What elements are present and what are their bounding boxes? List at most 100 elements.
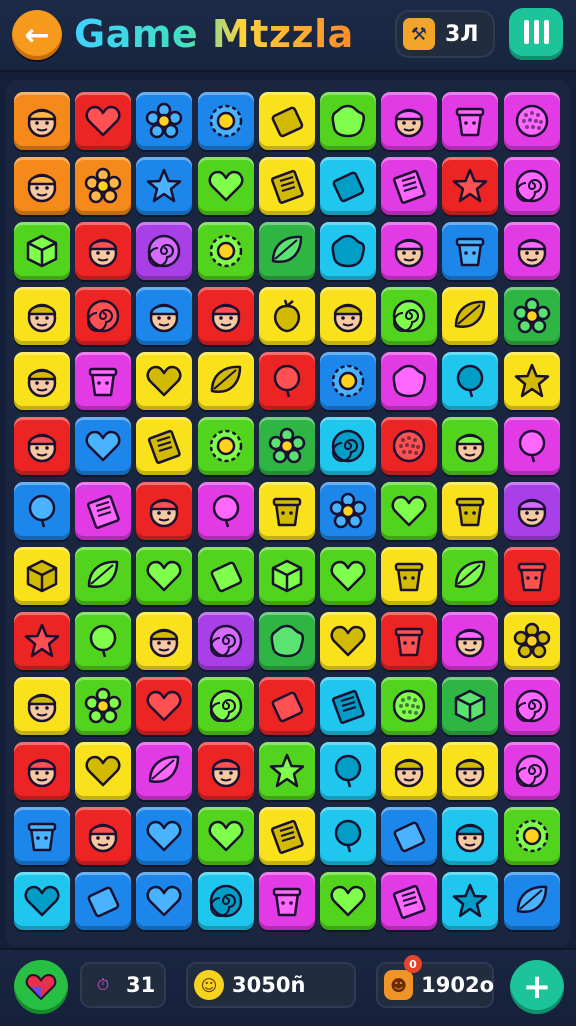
tile-swirl[interactable] bbox=[197, 872, 254, 930]
tile-leaf[interactable] bbox=[503, 872, 560, 930]
tile-leaf[interactable] bbox=[442, 287, 499, 345]
hint-button[interactable] bbox=[14, 960, 68, 1014]
tile-block[interactable] bbox=[320, 157, 376, 215]
tile-blob[interactable] bbox=[320, 222, 376, 280]
tile-heart[interactable] bbox=[197, 157, 254, 215]
tile-face[interactable] bbox=[75, 222, 132, 280]
tile-face[interactable] bbox=[136, 482, 193, 540]
tile-swirl[interactable] bbox=[381, 287, 438, 345]
tile-face[interactable] bbox=[14, 742, 70, 800]
tile-star[interactable] bbox=[442, 872, 499, 930]
tile-face[interactable] bbox=[381, 222, 438, 280]
tile-bucket[interactable] bbox=[381, 612, 438, 670]
tile-book[interactable] bbox=[381, 157, 438, 215]
tile-fruit[interactable] bbox=[258, 287, 315, 345]
tile-swirl[interactable] bbox=[320, 417, 376, 475]
tile-bucket[interactable] bbox=[442, 222, 499, 280]
tile-face[interactable] bbox=[14, 157, 70, 215]
tile-face[interactable] bbox=[320, 287, 376, 345]
tile-heart[interactable] bbox=[136, 872, 193, 930]
tile-sun[interactable] bbox=[197, 417, 254, 475]
tile-block[interactable] bbox=[258, 677, 315, 735]
tile-leaf[interactable] bbox=[136, 742, 193, 800]
tile-balloon[interactable] bbox=[197, 482, 254, 540]
tile-flower[interactable] bbox=[75, 157, 132, 215]
tile-bucket[interactable] bbox=[381, 547, 438, 605]
tile-cube[interactable] bbox=[442, 677, 499, 735]
tile-flower[interactable] bbox=[503, 612, 560, 670]
tile-cube[interactable] bbox=[14, 547, 70, 605]
tile-blob[interactable] bbox=[320, 92, 376, 150]
tile-face[interactable] bbox=[442, 417, 499, 475]
tile-flower[interactable] bbox=[503, 287, 560, 345]
tile-star[interactable] bbox=[14, 612, 70, 670]
tile-face[interactable] bbox=[442, 742, 499, 800]
tile-leaf[interactable] bbox=[442, 547, 499, 605]
tile-balloon[interactable] bbox=[503, 417, 560, 475]
tile-sun[interactable] bbox=[197, 222, 254, 280]
tile-book[interactable] bbox=[75, 482, 132, 540]
tile-swirl[interactable] bbox=[197, 677, 254, 735]
tile-heart[interactable] bbox=[136, 807, 193, 865]
tile-sun[interactable] bbox=[320, 352, 376, 410]
tile-balloon[interactable] bbox=[320, 807, 376, 865]
tile-block[interactable] bbox=[258, 92, 315, 150]
tile-blob[interactable] bbox=[381, 352, 438, 410]
tile-balloon[interactable] bbox=[14, 482, 70, 540]
tile-flower[interactable] bbox=[136, 92, 193, 150]
tile-book[interactable] bbox=[320, 677, 376, 735]
tile-face[interactable] bbox=[197, 287, 254, 345]
tile-face[interactable] bbox=[14, 417, 70, 475]
tile-balloon[interactable] bbox=[75, 612, 132, 670]
tile-face[interactable] bbox=[381, 92, 438, 150]
tile-heart[interactable] bbox=[75, 417, 132, 475]
tile-bucket[interactable] bbox=[442, 92, 499, 150]
tile-blob[interactable] bbox=[258, 612, 315, 670]
tile-book[interactable] bbox=[258, 807, 315, 865]
tile-book[interactable] bbox=[136, 417, 193, 475]
tile-swirl[interactable] bbox=[136, 222, 193, 280]
tile-bucket[interactable] bbox=[75, 352, 132, 410]
tile-heart[interactable] bbox=[381, 482, 438, 540]
tile-bucket[interactable] bbox=[442, 482, 499, 540]
tile-balloon[interactable] bbox=[258, 352, 315, 410]
tile-block[interactable] bbox=[197, 547, 254, 605]
tile-leaf[interactable] bbox=[197, 352, 254, 410]
add-button[interactable]: + bbox=[510, 960, 564, 1014]
tile-leaf[interactable] bbox=[258, 222, 315, 280]
tile-block[interactable] bbox=[75, 872, 132, 930]
tile-face[interactable] bbox=[14, 287, 70, 345]
tile-face[interactable] bbox=[136, 287, 193, 345]
tile-heart[interactable] bbox=[197, 807, 254, 865]
tile-ball[interactable] bbox=[381, 417, 438, 475]
tile-bucket[interactable] bbox=[503, 547, 560, 605]
tile-swirl[interactable] bbox=[197, 612, 254, 670]
tile-face[interactable] bbox=[197, 742, 254, 800]
tile-bucket[interactable] bbox=[258, 482, 315, 540]
tile-heart[interactable] bbox=[75, 92, 132, 150]
tile-heart[interactable] bbox=[75, 742, 132, 800]
tile-flower[interactable] bbox=[320, 482, 376, 540]
tile-leaf[interactable] bbox=[75, 547, 132, 605]
tile-swirl[interactable] bbox=[503, 742, 560, 800]
tile-heart[interactable] bbox=[136, 352, 193, 410]
tile-balloon[interactable] bbox=[442, 352, 499, 410]
tile-swirl[interactable] bbox=[503, 677, 560, 735]
tile-star[interactable] bbox=[442, 157, 499, 215]
tile-face[interactable] bbox=[14, 92, 70, 150]
pause-button[interactable] bbox=[509, 8, 563, 60]
tile-book[interactable] bbox=[258, 157, 315, 215]
tile-sun[interactable] bbox=[197, 92, 254, 150]
tile-ball[interactable] bbox=[503, 92, 560, 150]
tile-face[interactable] bbox=[136, 612, 193, 670]
tile-ball[interactable] bbox=[381, 677, 438, 735]
tile-balloon[interactable] bbox=[320, 742, 376, 800]
tile-swirl[interactable] bbox=[503, 157, 560, 215]
tile-swirl[interactable] bbox=[75, 287, 132, 345]
tile-face[interactable] bbox=[14, 352, 70, 410]
tile-cube[interactable] bbox=[14, 222, 70, 280]
tile-star[interactable] bbox=[503, 352, 560, 410]
tile-flower[interactable] bbox=[258, 417, 315, 475]
back-button[interactable]: ← bbox=[12, 10, 62, 60]
tile-flower[interactable] bbox=[75, 677, 132, 735]
